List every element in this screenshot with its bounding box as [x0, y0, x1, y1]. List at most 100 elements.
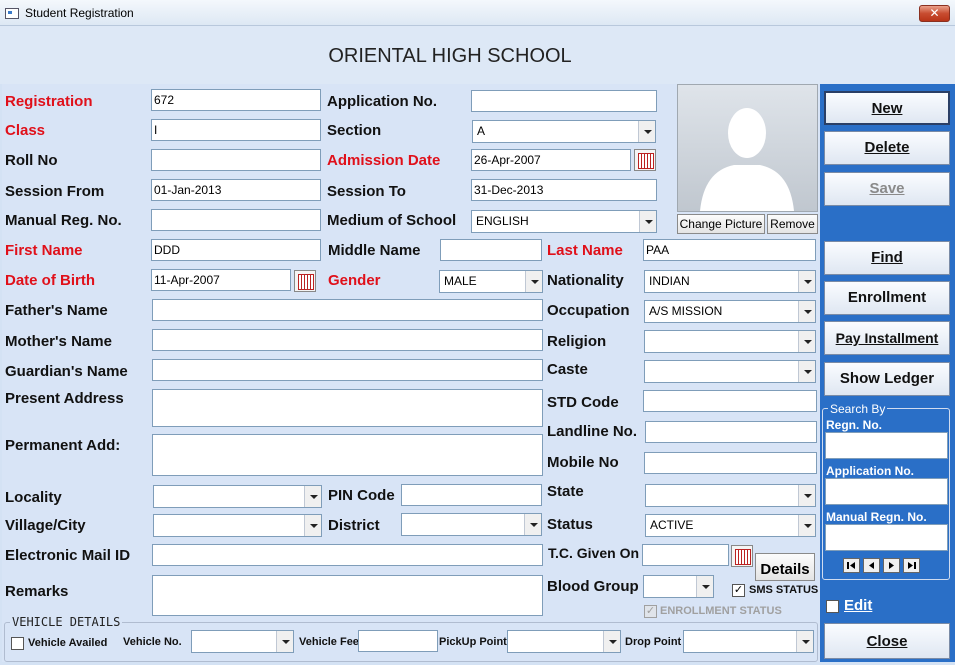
pin-code-input[interactable] [401, 484, 542, 506]
first-name-input[interactable]: DDD [151, 239, 321, 261]
pickup-point-select[interactable] [507, 630, 621, 653]
save-button[interactable]: Save [824, 172, 950, 206]
enrollment-button[interactable]: Enrollment [824, 281, 950, 315]
district-select[interactable] [401, 513, 542, 536]
application-no-search-input[interactable] [825, 478, 948, 505]
chevron-down-icon[interactable] [525, 271, 542, 292]
tc-given-label: T.C. Given On [548, 545, 640, 561]
chevron-down-icon[interactable] [798, 331, 815, 352]
admission-date-input[interactable]: 26-Apr-2007 [471, 149, 631, 171]
manual-regn-no-search-input[interactable] [825, 524, 948, 551]
manual-regn-no-label: Manual Regn. No. [826, 510, 927, 524]
session-to-label: Session To [327, 183, 406, 200]
edit-checkbox[interactable] [826, 600, 839, 613]
new-button[interactable]: New [824, 91, 950, 125]
vehicle-fee-input[interactable] [358, 630, 438, 652]
show-ledger-button[interactable]: Show Ledger [824, 362, 950, 396]
chevron-down-icon[interactable] [798, 271, 815, 292]
medium-value: ENGLISH [476, 214, 529, 228]
std-code-label: STD Code [547, 394, 619, 411]
roll-no-input[interactable] [151, 149, 321, 171]
chevron-down-icon[interactable] [524, 514, 541, 535]
session-from-input[interactable]: 01-Jan-2013 [151, 179, 321, 201]
first-record-icon[interactable] [843, 558, 860, 573]
section-select[interactable]: A [472, 120, 656, 143]
registration-input[interactable]: 672 [151, 89, 321, 111]
calendar-icon[interactable] [294, 270, 316, 292]
sms-status-checkbox[interactable]: ✓ [732, 584, 745, 597]
class-input[interactable]: I [151, 119, 321, 141]
enrollment-status-label: ENROLLMENT STATUS [660, 605, 782, 617]
calendar-icon[interactable] [731, 545, 753, 567]
father-name-input[interactable] [152, 299, 543, 321]
roll-no-label: Roll No [5, 152, 58, 169]
manual-reg-no-input[interactable] [151, 209, 321, 231]
chevron-down-icon[interactable] [796, 631, 813, 652]
chevron-down-icon[interactable] [276, 631, 293, 652]
mobile-input[interactable] [644, 452, 817, 474]
class-label: Class [5, 122, 46, 139]
present-address-input[interactable] [152, 389, 543, 427]
chevron-down-icon[interactable] [798, 485, 815, 506]
remarks-input[interactable] [152, 575, 543, 616]
state-select[interactable] [645, 484, 816, 507]
gender-value: MALE [444, 274, 477, 288]
chevron-down-icon[interactable] [696, 576, 713, 597]
change-picture-button[interactable]: Change Picture [677, 214, 765, 234]
session-to-input[interactable]: 31-Dec-2013 [471, 179, 657, 201]
middle-name-label: Middle Name [328, 242, 421, 259]
nationality-select[interactable]: INDIAN [644, 270, 816, 293]
guardian-name-input[interactable] [152, 359, 543, 381]
chevron-down-icon[interactable] [638, 121, 655, 142]
close-button[interactable]: Close [824, 623, 950, 659]
blood-group-select[interactable] [643, 575, 714, 598]
medium-label: Medium of School [327, 212, 457, 229]
last-record-icon[interactable] [903, 558, 920, 573]
email-input[interactable] [152, 544, 543, 566]
find-button[interactable]: Find [824, 241, 950, 275]
landline-input[interactable] [645, 421, 817, 443]
chevron-down-icon[interactable] [603, 631, 620, 652]
close-window-button[interactable]: ✕ [919, 5, 950, 22]
dob-input[interactable]: 11-Apr-2007 [151, 269, 291, 291]
calendar-icon[interactable] [634, 149, 656, 171]
permanent-address-input[interactable] [152, 434, 543, 476]
village-city-select[interactable] [153, 514, 322, 537]
drop-point-select[interactable] [683, 630, 814, 653]
pickup-point-label: PickUp Point [439, 636, 507, 648]
delete-button[interactable]: Delete [824, 131, 950, 165]
religion-select[interactable] [644, 330, 816, 353]
remove-picture-button[interactable]: Remove [767, 214, 818, 234]
std-code-input[interactable] [643, 390, 817, 412]
gender-select[interactable]: MALE [439, 270, 543, 293]
chevron-down-icon[interactable] [798, 361, 815, 382]
vehicle-availed-checkbox[interactable] [11, 637, 24, 650]
chevron-down-icon[interactable] [639, 211, 656, 232]
previous-record-icon[interactable] [863, 558, 880, 573]
school-name: ORIENTAL HIGH SCHOOL [328, 45, 572, 67]
occupation-select[interactable]: A/S MISSION [644, 300, 816, 323]
caste-select[interactable] [644, 360, 816, 383]
mother-name-input[interactable] [152, 329, 543, 351]
chevron-down-icon[interactable] [798, 301, 815, 322]
section-value: A [477, 124, 486, 138]
occupation-label: Occupation [547, 302, 630, 319]
middle-name-input[interactable] [440, 239, 542, 261]
details-button[interactable]: Details [755, 553, 815, 581]
next-record-icon[interactable] [883, 558, 900, 573]
last-name-input[interactable]: PAA [643, 239, 816, 261]
regn-no-search-input[interactable] [825, 432, 948, 459]
tc-given-input[interactable] [642, 544, 729, 566]
vehicle-no-select[interactable] [191, 630, 294, 653]
vehicle-availed-label: Vehicle Availed [28, 637, 108, 649]
chevron-down-icon[interactable] [304, 486, 321, 507]
application-no-input[interactable] [471, 90, 657, 112]
chevron-down-icon[interactable] [304, 515, 321, 536]
status-select[interactable]: ACTIVE [645, 514, 816, 537]
enrollment-status-checkbox[interactable]: ✓ [644, 605, 657, 618]
medium-select[interactable]: ENGLISH [471, 210, 657, 233]
father-name-label: Father's Name [5, 302, 108, 319]
locality-select[interactable] [153, 485, 322, 508]
pay-installment-button[interactable]: Pay Installment [824, 321, 950, 355]
chevron-down-icon[interactable] [798, 515, 815, 536]
